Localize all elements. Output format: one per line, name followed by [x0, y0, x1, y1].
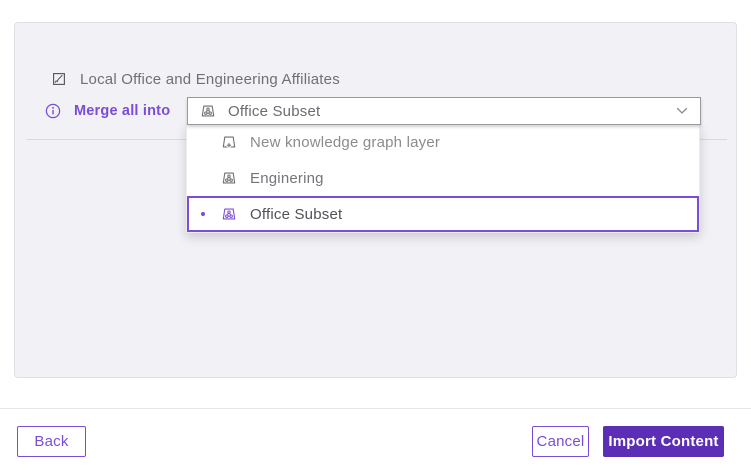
option-enginering[interactable]: Enginering [187, 160, 699, 196]
new-knowledge-graph-layer-icon [221, 134, 237, 150]
merge-all-into-label: Merge all into [74, 103, 170, 119]
footer-divider [0, 408, 751, 409]
cancel-button[interactable]: Cancel [532, 426, 589, 457]
chevron-down-icon [676, 107, 688, 115]
option-new-knowledge-graph-layer[interactable]: New knowledge graph layer [187, 124, 699, 160]
import-content-button[interactable]: Import Content [603, 426, 724, 457]
sketch-layer-icon [51, 71, 67, 87]
back-button[interactable]: Back [17, 426, 86, 457]
merge-target-listbox: New knowledge graph layer Enginering Off… [186, 124, 700, 233]
selected-option-bullet [201, 212, 205, 216]
knowledge-graph-layer-icon [200, 103, 216, 119]
option-label: Office Subset [250, 206, 342, 223]
knowledge-graph-layer-icon [221, 206, 237, 222]
select-value: Office Subset [228, 103, 664, 120]
content-item-label: Local Office and Engineering Affiliates [80, 71, 340, 88]
option-label: New knowledge graph layer [250, 134, 440, 151]
merge-target-select[interactable]: Office Subset [187, 97, 701, 125]
option-office-subset[interactable]: Office Subset [187, 196, 699, 232]
import-dialog: Local Office and Engineering Affiliates … [0, 0, 751, 470]
info-icon[interactable] [45, 103, 61, 119]
knowledge-graph-layer-icon [221, 170, 237, 186]
content-item-row: Local Office and Engineering Affiliates [51, 69, 340, 89]
merge-row: Merge all into [45, 103, 170, 119]
option-label: Enginering [250, 170, 324, 187]
